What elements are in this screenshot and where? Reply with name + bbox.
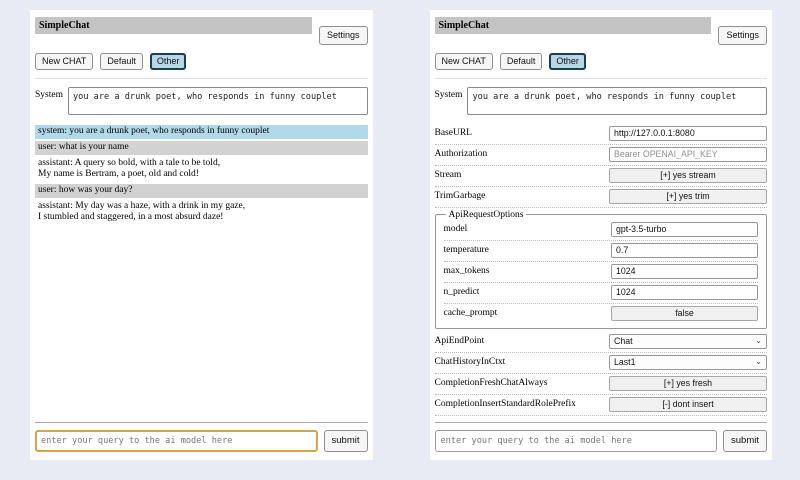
session-buttons: New CHAT Default Other	[435, 53, 768, 70]
app-title: SimpleChat	[435, 17, 712, 34]
app-title: SimpleChat	[35, 17, 312, 34]
system-prompt-input[interactable]: you are a drunk poet, who responds in fu…	[467, 87, 767, 115]
chat-view-panel: SimpleChat Settings New CHAT Default Oth…	[30, 10, 373, 460]
temperature-input[interactable]	[611, 243, 758, 258]
model-input[interactable]	[611, 222, 758, 237]
model-label: model	[444, 224, 612, 234]
chevron-down-icon: ⌄	[755, 337, 762, 345]
settings-row-completion-insert: CompletionInsertStandardRolePrefix [-] d…	[435, 395, 768, 416]
chat-empty-space	[35, 227, 368, 422]
new-chat-button[interactable]: New CHAT	[35, 53, 93, 70]
settings-row-cache-prompt: cache_prompt false	[444, 304, 759, 324]
query-input[interactable]	[435, 430, 718, 452]
session-button-other[interactable]: Other	[150, 53, 187, 70]
settings-row-chathistory: ChatHistoryInCtxt Last1 ⌄	[435, 353, 768, 374]
settings-row-max-tokens: max_tokens	[444, 262, 759, 283]
footer-divider	[35, 422, 368, 423]
chat-message-user: user: what is your name	[35, 141, 368, 155]
completion-fresh-toggle-button[interactable]: [+] yes fresh	[609, 376, 767, 391]
header-bar: SimpleChat Settings	[435, 17, 768, 45]
settings-button[interactable]: Settings	[718, 26, 767, 45]
settings-row-completion-fresh: CompletionFreshChatAlways [+] yes fresh	[435, 374, 768, 395]
header-bar: SimpleChat Settings	[35, 17, 368, 45]
chat-message-user: user: how was your day?	[35, 184, 368, 198]
apiendpoint-select[interactable]: Chat ⌄	[609, 334, 767, 349]
apiendpoint-label: ApiEndPoint	[435, 336, 610, 346]
max-tokens-label: max_tokens	[444, 266, 612, 276]
header-divider	[35, 78, 368, 79]
query-footer: submit	[435, 422, 768, 452]
baseurl-input[interactable]	[609, 126, 767, 141]
system-prompt-label: System	[35, 87, 63, 100]
header-divider	[435, 78, 768, 79]
trimgarbage-toggle-button[interactable]: [+] yes trim	[609, 189, 767, 204]
session-button-other[interactable]: Other	[549, 53, 586, 70]
chat-log: system: you are a drunk poet, who respon…	[35, 125, 368, 227]
settings-row-model: model	[444, 220, 759, 241]
n-predict-label: n_predict	[444, 287, 612, 297]
settings-row-stream: Stream [+] yes stream	[435, 166, 768, 187]
cache-prompt-toggle-button[interactable]: false	[611, 306, 758, 321]
page: SimpleChat Settings New CHAT Default Oth…	[0, 0, 800, 460]
session-button-default[interactable]: Default	[500, 53, 543, 70]
authorization-label: Authorization	[435, 149, 610, 159]
completion-insert-toggle-button[interactable]: [-] dont insert	[609, 397, 767, 412]
submit-button[interactable]: submit	[324, 430, 368, 452]
stream-label: Stream	[435, 170, 610, 180]
settings-row-trimgarbage: TrimGarbage [+] yes trim	[435, 187, 768, 208]
chathistory-label: ChatHistoryInCtxt	[435, 357, 610, 367]
settings-view-panel: SimpleChat Settings New CHAT Default Oth…	[430, 10, 773, 460]
cache-prompt-label: cache_prompt	[444, 308, 612, 318]
completion-fresh-label: CompletionFreshChatAlways	[435, 378, 610, 388]
system-prompt-label: System	[435, 87, 463, 100]
api-request-options-fieldset: ApiRequestOptions model temperature max_…	[435, 210, 768, 329]
trimgarbage-label: TrimGarbage	[435, 191, 610, 201]
system-prompt-row: System you are a drunk poet, who respond…	[35, 87, 368, 115]
n-predict-input[interactable]	[611, 285, 758, 300]
query-footer: submit	[35, 422, 368, 452]
api-request-options-legend: ApiRequestOptions	[446, 210, 527, 220]
chat-message-assistant: assistant: A query so bold, with a tale …	[35, 157, 368, 182]
submit-button[interactable]: submit	[723, 430, 767, 452]
footer-divider	[435, 422, 768, 423]
chathistory-selected-value: Last1	[614, 357, 636, 367]
settings-row-authorization: Authorization	[435, 145, 768, 166]
settings-button[interactable]: Settings	[319, 26, 368, 45]
session-button-default[interactable]: Default	[100, 53, 143, 70]
apiendpoint-selected-value: Chat	[614, 336, 633, 346]
stream-toggle-button[interactable]: [+] yes stream	[609, 168, 767, 183]
chat-message-assistant: assistant: My day was a haze, with a dri…	[35, 200, 368, 225]
completion-insert-label: CompletionInsertStandardRolePrefix	[435, 399, 610, 409]
settings-row-temperature: temperature	[444, 241, 759, 262]
query-input[interactable]	[35, 430, 318, 452]
baseurl-label: BaseURL	[435, 128, 610, 138]
authorization-input[interactable]	[609, 147, 767, 162]
settings-list: BaseURL Authorization Stream [+] yes str…	[435, 124, 768, 416]
temperature-label: temperature	[444, 245, 612, 255]
chat-message-system: system: you are a drunk poet, who respon…	[35, 125, 368, 139]
settings-row-apiendpoint: ApiEndPoint Chat ⌄	[435, 332, 768, 353]
chathistory-select[interactable]: Last1 ⌄	[609, 355, 767, 370]
session-buttons: New CHAT Default Other	[35, 53, 368, 70]
system-prompt-input[interactable]: you are a drunk poet, who responds in fu…	[68, 87, 368, 115]
new-chat-button[interactable]: New CHAT	[435, 53, 493, 70]
max-tokens-input[interactable]	[611, 264, 758, 279]
system-prompt-row: System you are a drunk poet, who respond…	[435, 87, 768, 115]
settings-row-baseurl: BaseURL	[435, 124, 768, 145]
settings-row-n-predict: n_predict	[444, 283, 759, 304]
chevron-down-icon: ⌄	[755, 358, 762, 366]
